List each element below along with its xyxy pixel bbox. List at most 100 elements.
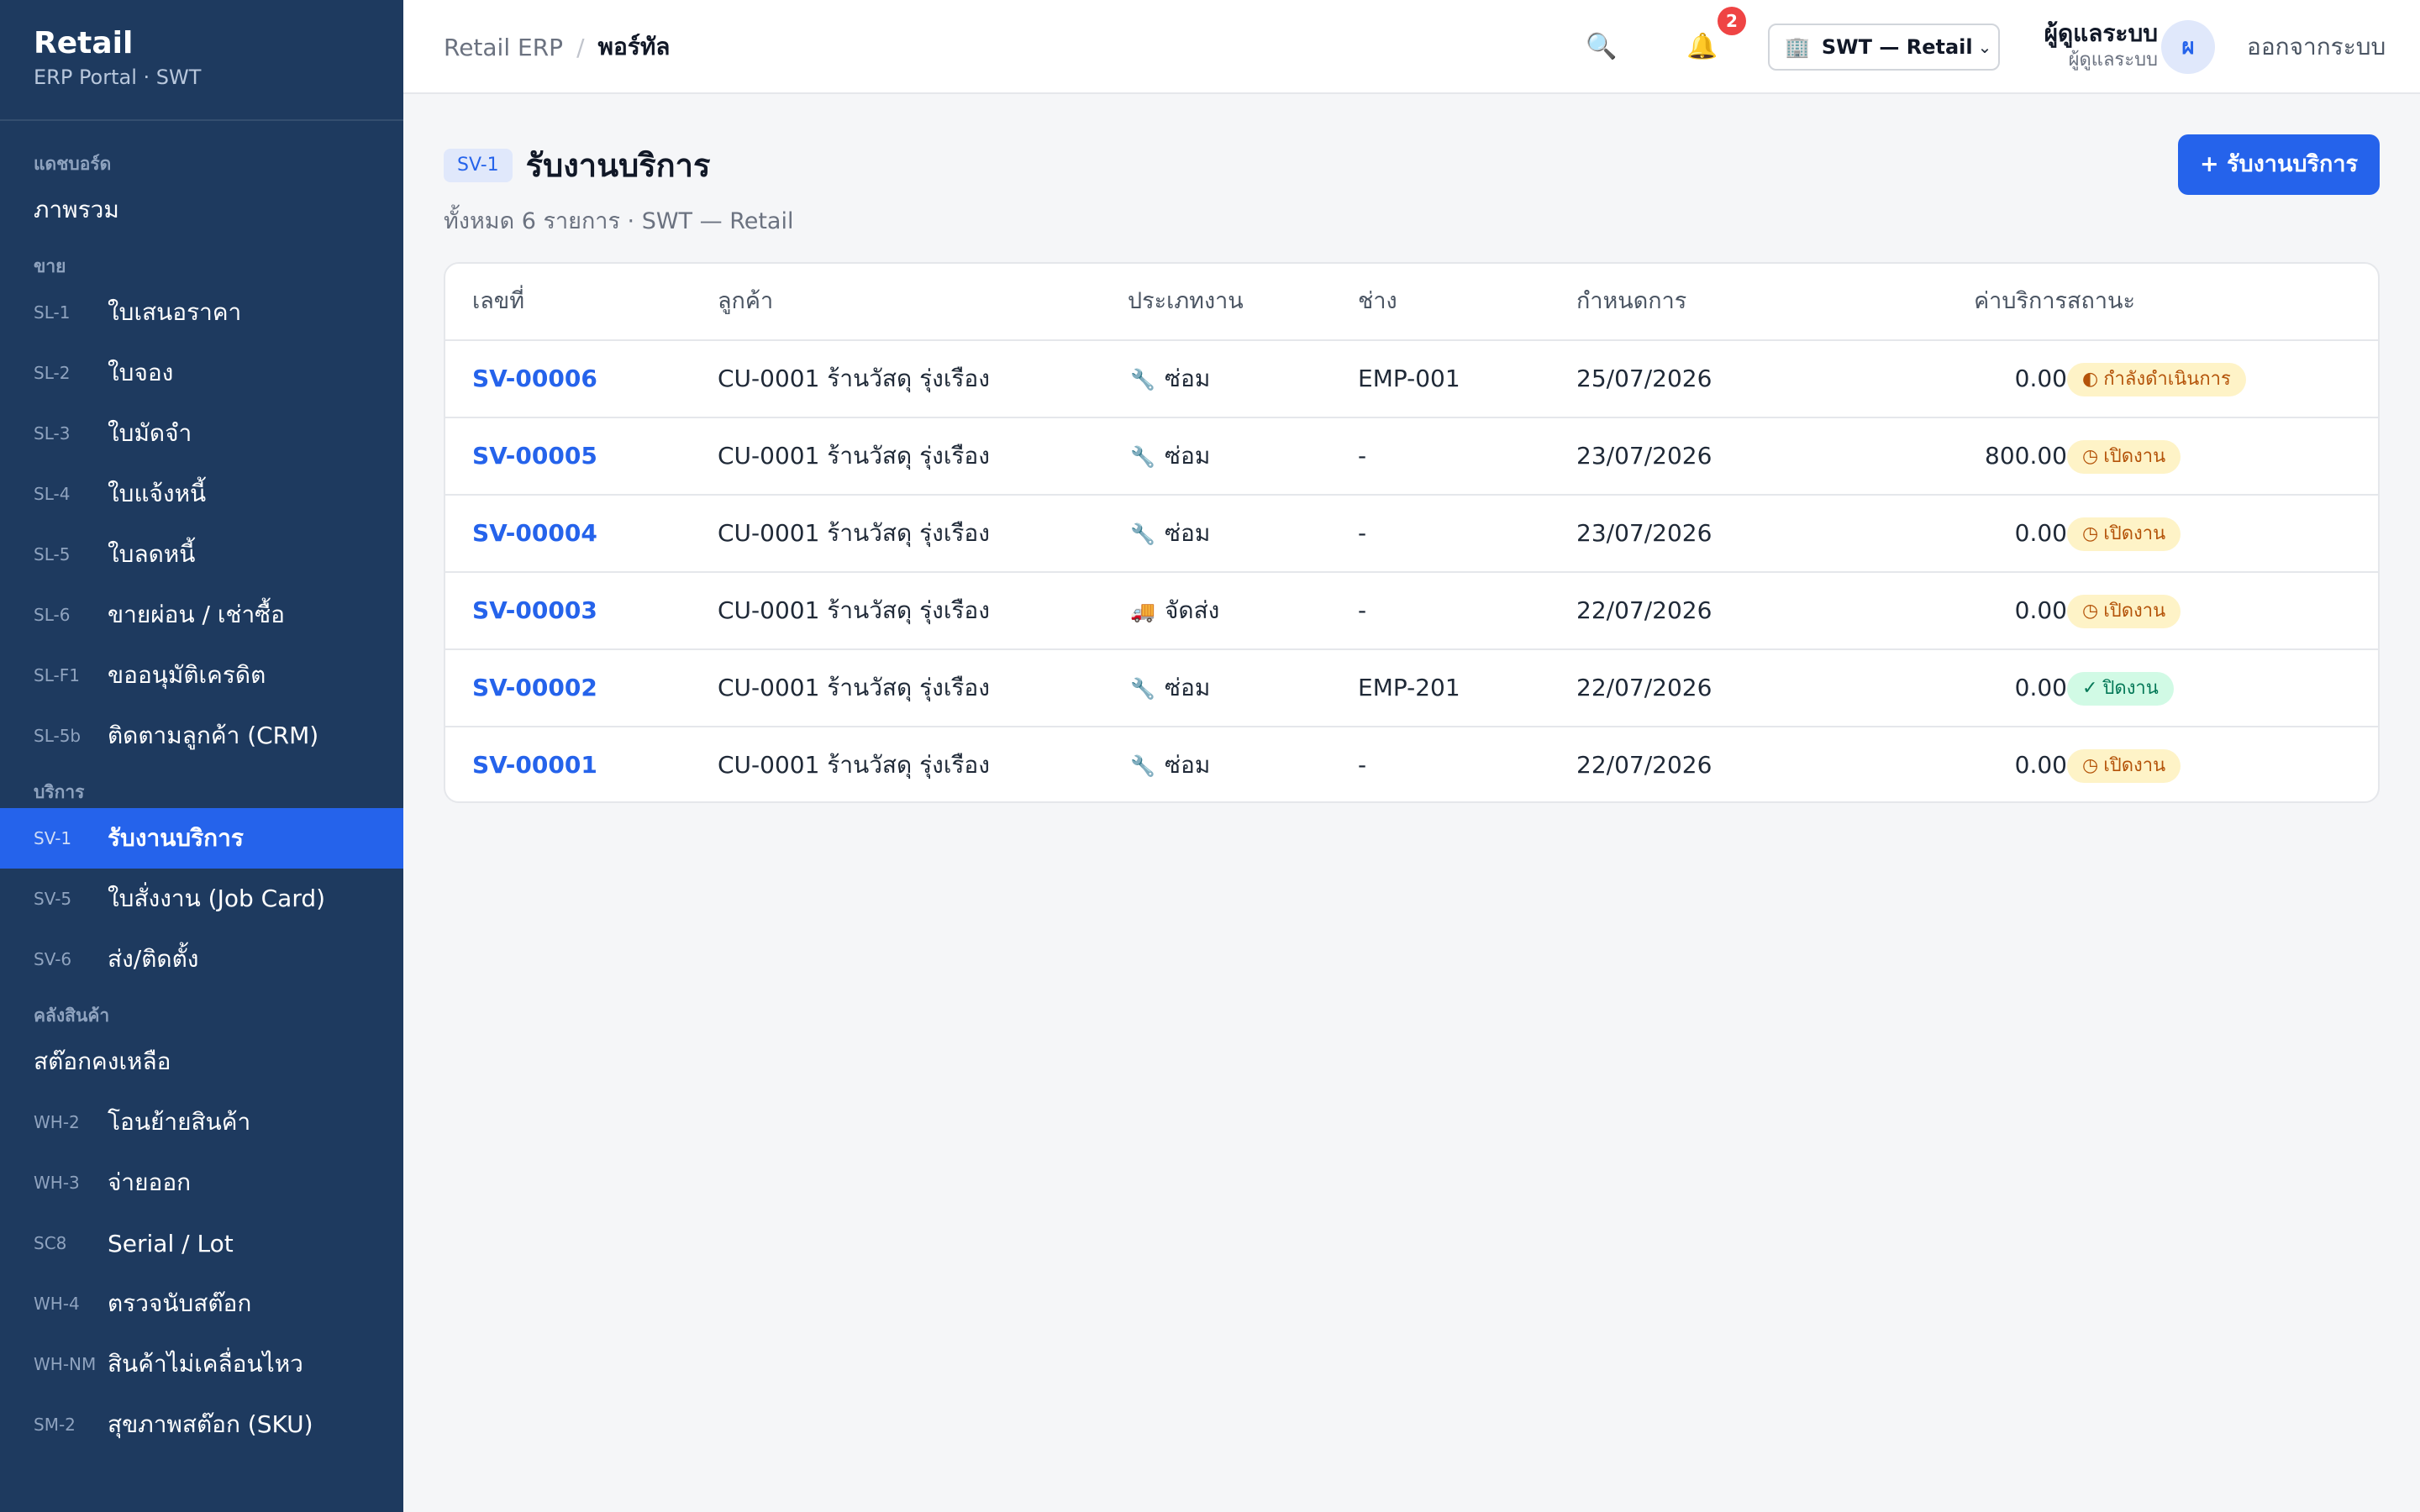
header-status[interactable]: สถานะ: [2067, 264, 2135, 339]
check-icon: ✓: [2082, 678, 2098, 699]
service-number-link[interactable]: SV-00003: [472, 573, 597, 648]
sidebar-item-label: สต๊อกคงเหลือ: [34, 1047, 171, 1075]
sidebar-item-label: รับงานบริการ: [108, 824, 244, 852]
sidebar-item-label: สุขภาพสต๊อก (SKU): [108, 1410, 313, 1438]
user-info: ผู้ดูแลระบบ ผู้ดูแลระบบ: [2023, 18, 2158, 72]
technician-cell: -: [1358, 751, 1367, 779]
customer-cell: CU-0001 ร้านวัสดุ รุ่งเรือง: [718, 596, 990, 624]
breadcrumb: Retail ERP / พอร์ทัล: [444, 0, 670, 94]
sidebar-item[interactable]: SL-4 ใบแจ้งหนี้: [0, 464, 403, 524]
due-date-cell: 22/07/2026: [1576, 751, 1712, 779]
fee-cell: 800.00: [1985, 442, 2067, 470]
status-cell: ◷ เปิดงาน: [2067, 727, 2181, 801]
due-date-cell: 23/07/2026: [1576, 442, 1712, 470]
sidebar-item[interactable]: SL-2 ใบจอง: [0, 343, 403, 403]
status-cell: ◐ กำลังดำเนินการ: [2067, 341, 2246, 417]
status-label: เปิดงาน: [2103, 523, 2166, 544]
service-number-link[interactable]: SV-00005: [472, 418, 597, 494]
page-code-badge: SV-1: [444, 148, 513, 182]
service-table: เลขที่ ลูกค้า ประเภทงาน ช่าง กำหนดการ ค่…: [444, 262, 2380, 803]
sidebar-item[interactable]: SL-F1 ขออนุมัติเครดิต: [0, 645, 403, 706]
type-cell: 🚚 จัดส่ง: [1128, 573, 1219, 648]
table-header: เลขที่ ลูกค้า ประเภทงาน ช่าง กำหนดการ ค่…: [445, 264, 2378, 341]
sidebar-item[interactable]: SL-6 ขายผ่อน / เช่าซื้อ: [0, 585, 403, 645]
sidebar-item[interactable]: SL-5 ใบลดหนี้: [0, 524, 403, 585]
service-number-link[interactable]: SV-00006: [472, 341, 597, 417]
topbar: Retail ERP / พอร์ทัล 🔍 🔔 2 🏢 SWT — Retai…: [403, 0, 2420, 94]
sidebar-item[interactable]: SL-3 ใบมัดจำ: [0, 403, 403, 464]
sidebar-item[interactable]: SV-6 ส่ง/ติดตั้ง: [0, 929, 403, 990]
sidebar-item-label: ใบเสนอราคา: [108, 298, 242, 326]
search-icon[interactable]: 🔍: [1583, 29, 1620, 66]
sidebar-item[interactable]: SL-1 ใบเสนอราคา: [0, 282, 403, 343]
clock-icon: ◷: [2082, 601, 2099, 622]
status-badge: ✓ ปิดงาน: [2067, 672, 2174, 706]
clock-icon: ◷: [2082, 755, 2099, 776]
header-technician[interactable]: ช่าง: [1358, 264, 1397, 339]
brand-title: Retail: [34, 26, 134, 60]
sidebar-item-code: SL-2: [34, 363, 71, 383]
sidebar-item[interactable]: WH-2 โอนย้ายสินค้า: [0, 1092, 403, 1152]
table-row[interactable]: SV-00003 CU-0001 ร้านวัสดุ รุ่งเรือง 🚚 จัดส…: [445, 573, 2378, 650]
header-due-date[interactable]: กำหนดการ: [1576, 264, 1686, 339]
type-cell: 🔧 ซ่อม: [1128, 496, 1210, 571]
status-badge: ◷ เปิดงาน: [2067, 749, 2181, 783]
title-row: SV-1 รับงานบริการ: [444, 139, 793, 191]
nav-group-heading: คลังสินค้า: [34, 1005, 110, 1026]
sidebar-item[interactable]: SC8 Serial / Lot: [0, 1213, 403, 1273]
table-row[interactable]: SV-00004 CU-0001 ร้านวัสดุ รุ่งเรือง 🔧 ซ่อม…: [445, 496, 2378, 573]
sidebar-item-code: WH-4: [34, 1294, 80, 1314]
type-label: จัดส่ง: [1165, 596, 1220, 624]
sidebar-item-code: SL-F1: [34, 665, 80, 685]
brand: Retail ERP Portal · SWT: [0, 0, 403, 121]
org-select[interactable]: 🏢 SWT — Retail ⌄: [1768, 24, 2000, 71]
breadcrumb-root[interactable]: Retail ERP: [444, 34, 563, 61]
clock-icon: ◷: [2082, 446, 2099, 467]
sidebar-item[interactable]: WH-NM สินค้าไม่เคลื่อนไหว: [0, 1334, 403, 1394]
truck-icon: 🚚: [1130, 600, 1155, 623]
new-service-button[interactable]: + รับงานบริการ: [2178, 134, 2380, 195]
service-number-link[interactable]: SV-00004: [472, 496, 597, 571]
sidebar-item[interactable]: SL-5b ติดตามลูกค้า (CRM): [0, 706, 403, 766]
status-cell: ✓ ปิดงาน: [2067, 650, 2174, 726]
sidebar-item[interactable]: SV-5 ใบสั่งงาน (Job Card): [0, 869, 403, 929]
sidebar-item[interactable]: SV-1 รับงานบริการ: [0, 808, 403, 869]
table-row[interactable]: SV-00002 CU-0001 ร้านวัสดุ รุ่งเรือง 🔧 ซ่อม…: [445, 650, 2378, 727]
main-content: SV-1 รับงานบริการ ทั้งหมด 6 รายการ · SWT…: [403, 94, 2420, 1512]
type-cell: 🔧 ซ่อม: [1128, 341, 1210, 417]
type-label: ซ่อม: [1165, 519, 1211, 547]
service-number-link[interactable]: SV-00001: [472, 727, 597, 801]
header-customer[interactable]: ลูกค้า: [718, 264, 773, 339]
sidebar-item[interactable]: ภาพรวม: [0, 180, 403, 240]
avatar[interactable]: ผ: [2161, 20, 2215, 74]
progress-icon: ◐: [2082, 369, 2099, 390]
notification-badge: 2: [1718, 7, 1746, 35]
status-cell: ◷ เปิดงาน: [2067, 496, 2181, 571]
table-row[interactable]: SV-00005 CU-0001 ร้านวัสดุ รุ่งเรือง 🔧 ซ่อม…: [445, 418, 2378, 496]
page-header: SV-1 รับงานบริการ ทั้งหมด 6 รายการ · SWT…: [444, 139, 793, 239]
sidebar-item-code: SL-5: [34, 544, 71, 564]
service-number-link[interactable]: SV-00002: [472, 650, 597, 726]
type-label: ซ่อม: [1165, 365, 1211, 392]
fee-cell: 0.00: [2014, 674, 2067, 701]
sidebar: Retail ERP Portal · SWT แดชบอร์ด ภาพรวม ขา…: [0, 0, 403, 1512]
status-label: เปิดงาน: [2103, 755, 2166, 776]
type-label: ซ่อม: [1165, 674, 1211, 701]
sidebar-item[interactable]: สต๊อกคงเหลือ: [0, 1032, 403, 1092]
wrench-icon: 🔧: [1130, 368, 1155, 391]
header-type[interactable]: ประเภทงาน: [1128, 264, 1244, 339]
sidebar-item[interactable]: SM-2 สุขภาพสต๊อก (SKU): [0, 1394, 403, 1455]
customer-cell: CU-0001 ร้านวัสดุ รุ่งเรือง: [718, 751, 990, 779]
bell-icon[interactable]: 🔔: [1684, 29, 1721, 66]
sidebar-item-label: ใบสั่งงาน (Job Card): [108, 885, 326, 912]
customer-cell: CU-0001 ร้านวัสดุ รุ่งเรือง: [718, 674, 990, 701]
logout-link[interactable]: ออกจากระบบ: [2247, 0, 2386, 94]
header-fee[interactable]: ค่าบริการ: [1862, 264, 2067, 339]
sidebar-item[interactable]: WH-4 ตรวจนับสต๊อก: [0, 1273, 403, 1334]
wrench-icon: 🔧: [1130, 445, 1155, 469]
table-row[interactable]: SV-00001 CU-0001 ร้านวัสดุ รุ่งเรือง 🔧 ซ่อม…: [445, 727, 2378, 801]
wrench-icon: 🔧: [1130, 754, 1155, 778]
sidebar-item[interactable]: WH-3 จ่ายออก: [0, 1152, 403, 1213]
header-no[interactable]: เลขที่: [472, 264, 524, 339]
table-row[interactable]: SV-00006 CU-0001 ร้านวัสดุ รุ่งเรือง 🔧 ซ่อม…: [445, 341, 2378, 418]
